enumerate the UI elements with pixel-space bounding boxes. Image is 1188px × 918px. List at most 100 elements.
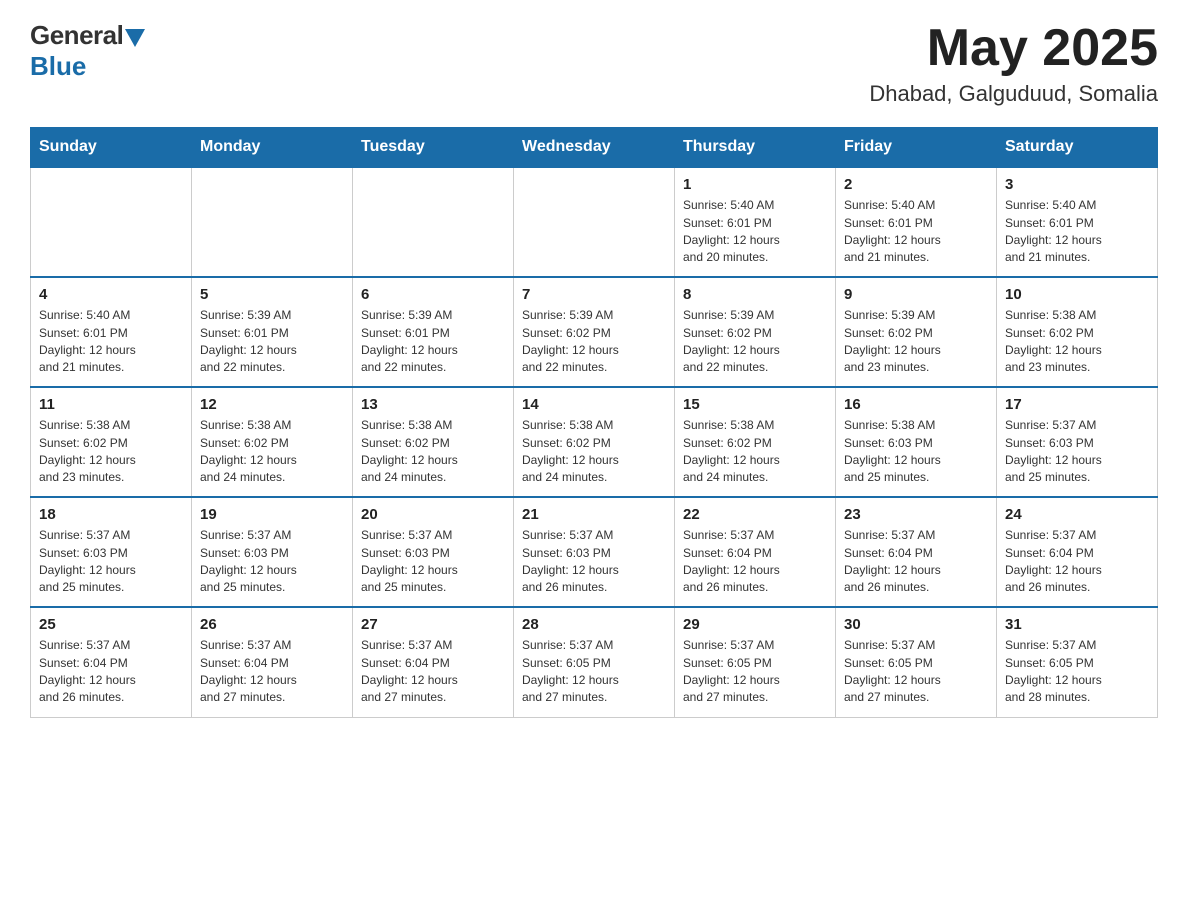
month-title: May 2025: [869, 20, 1158, 77]
day-number: 11: [39, 396, 183, 413]
calendar-cell: 5Sunrise: 5:39 AM Sunset: 6:01 PM Daylig…: [192, 277, 353, 387]
calendar-cell: 4 Sunrise: 5:40 AM Sunset: 6:01 PM Daylig…: [31, 277, 192, 387]
day-number: 15: [683, 396, 827, 413]
calendar-cell: 18Sunrise: 5:37 AM Sunset: 6:03 PM Dayli…: [31, 497, 192, 607]
day-number: 14: [522, 396, 666, 413]
day-number: 23: [844, 506, 988, 523]
day-number: 12: [200, 396, 344, 413]
calendar-cell: 30Sunrise: 5:37 AM Sunset: 6:05 PM Dayli…: [836, 607, 997, 717]
calendar-cell: 3Sunrise: 5:40 AM Sunset: 6:01 PM Daylig…: [997, 167, 1158, 277]
calendar-cell: 29 Sunrise: 5:37 AM Sunset: 6:05 PM Dayli…: [675, 607, 836, 717]
day-info: Sunrise: 5:39 AM Sunset: 6:02 PM Dayligh…: [683, 307, 827, 377]
day-info: Sunrise: 5:37 AM Sunset: 6:05 PM Dayligh…: [1005, 637, 1149, 707]
day-info: Sunrise: 5:40 AM Sunset: 6:01 PM Dayligh…: [1005, 197, 1149, 267]
location-title: Dhabad, Galguduud, Somalia: [869, 81, 1158, 107]
title-section: May 2025 Dhabad, Galguduud, Somalia: [869, 20, 1158, 107]
day-number: 7: [522, 286, 666, 303]
calendar-cell: 22 Sunrise: 5:37 AM Sunset: 6:04 PM Dayli…: [675, 497, 836, 607]
day-info: Sunrise: 5:40 AM Sunset: 6:01 PM Dayligh…: [683, 197, 827, 267]
day-info: Sunrise: 5:39 AM Sunset: 6:02 PM Dayligh…: [844, 307, 988, 377]
calendar-cell: 9 Sunrise: 5:39 AM Sunset: 6:02 PM Daylig…: [836, 277, 997, 387]
calendar-cell: [192, 167, 353, 277]
weekday-header-saturday: Saturday: [997, 128, 1158, 168]
weekday-header-wednesday: Wednesday: [514, 128, 675, 168]
calendar-cell: 20Sunrise: 5:37 AM Sunset: 6:03 PM Dayli…: [353, 497, 514, 607]
day-number: 4: [39, 286, 183, 303]
week-row-3: 11 Sunrise: 5:38 AM Sunset: 6:02 PM Dayli…: [31, 387, 1158, 497]
day-info: Sunrise: 5:39 AM Sunset: 6:01 PM Dayligh…: [361, 307, 505, 377]
day-number: 26: [200, 616, 344, 633]
day-number: 19: [200, 506, 344, 523]
day-number: 13: [361, 396, 505, 413]
day-info: Sunrise: 5:37 AM Sunset: 6:05 PM Dayligh…: [844, 637, 988, 707]
day-info: Sunrise: 5:37 AM Sunset: 6:04 PM Dayligh…: [1005, 527, 1149, 597]
day-number: 6: [361, 286, 505, 303]
day-number: 9: [844, 286, 988, 303]
day-number: 16: [844, 396, 988, 413]
day-info: Sunrise: 5:37 AM Sunset: 6:04 PM Dayligh…: [361, 637, 505, 707]
day-info: Sunrise: 5:37 AM Sunset: 6:05 PM Dayligh…: [522, 637, 666, 707]
day-info: Sunrise: 5:38 AM Sunset: 6:03 PM Dayligh…: [844, 417, 988, 487]
day-info: Sunrise: 5:39 AM Sunset: 6:01 PM Dayligh…: [200, 307, 344, 377]
calendar-cell: 1 Sunrise: 5:40 AM Sunset: 6:01 PM Daylig…: [675, 167, 836, 277]
day-number: 22: [683, 506, 827, 523]
calendar-cell: 10 Sunrise: 5:38 AM Sunset: 6:02 PM Dayli…: [997, 277, 1158, 387]
day-info: Sunrise: 5:37 AM Sunset: 6:03 PM Dayligh…: [200, 527, 344, 597]
week-row-2: 4 Sunrise: 5:40 AM Sunset: 6:01 PM Daylig…: [31, 277, 1158, 387]
calendar-cell: 21 Sunrise: 5:37 AM Sunset: 6:03 PM Dayli…: [514, 497, 675, 607]
day-info: Sunrise: 5:39 AM Sunset: 6:02 PM Dayligh…: [522, 307, 666, 377]
day-info: Sunrise: 5:40 AM Sunset: 6:01 PM Dayligh…: [39, 307, 183, 377]
weekday-header-monday: Monday: [192, 128, 353, 168]
day-info: Sunrise: 5:37 AM Sunset: 6:03 PM Dayligh…: [1005, 417, 1149, 487]
day-info: Sunrise: 5:38 AM Sunset: 6:02 PM Dayligh…: [361, 417, 505, 487]
page-header: General Blue May 2025 Dhabad, Galguduud,…: [30, 20, 1158, 107]
calendar-cell: 17 Sunrise: 5:37 AM Sunset: 6:03 PM Dayli…: [997, 387, 1158, 497]
calendar-cell: [31, 167, 192, 277]
calendar-cell: 14Sunrise: 5:38 AM Sunset: 6:02 PM Dayli…: [514, 387, 675, 497]
weekday-header-sunday: Sunday: [31, 128, 192, 168]
logo-blue-text: Blue: [30, 51, 86, 82]
day-info: Sunrise: 5:37 AM Sunset: 6:04 PM Dayligh…: [844, 527, 988, 597]
calendar-cell: 23 Sunrise: 5:37 AM Sunset: 6:04 PM Dayli…: [836, 497, 997, 607]
calendar-cell: [514, 167, 675, 277]
calendar-cell: 31 Sunrise: 5:37 AM Sunset: 6:05 PM Dayli…: [997, 607, 1158, 717]
day-info: Sunrise: 5:37 AM Sunset: 6:05 PM Dayligh…: [683, 637, 827, 707]
logo: General Blue: [30, 20, 145, 82]
day-number: 27: [361, 616, 505, 633]
day-number: 21: [522, 506, 666, 523]
calendar-cell: 26 Sunrise: 5:37 AM Sunset: 6:04 PM Dayli…: [192, 607, 353, 717]
calendar-cell: 28 Sunrise: 5:37 AM Sunset: 6:05 PM Dayli…: [514, 607, 675, 717]
day-info: Sunrise: 5:37 AM Sunset: 6:03 PM Dayligh…: [361, 527, 505, 597]
day-info: Sunrise: 5:38 AM Sunset: 6:02 PM Dayligh…: [200, 417, 344, 487]
day-number: 24: [1005, 506, 1149, 523]
day-number: 29: [683, 616, 827, 633]
day-info: Sunrise: 5:37 AM Sunset: 6:04 PM Dayligh…: [683, 527, 827, 597]
calendar-cell: 15 Sunrise: 5:38 AM Sunset: 6:02 PM Dayli…: [675, 387, 836, 497]
day-info: Sunrise: 5:37 AM Sunset: 6:03 PM Dayligh…: [39, 527, 183, 597]
calendar-cell: 19 Sunrise: 5:37 AM Sunset: 6:03 PM Dayli…: [192, 497, 353, 607]
day-number: 1: [683, 176, 827, 193]
day-number: 28: [522, 616, 666, 633]
day-info: Sunrise: 5:38 AM Sunset: 6:02 PM Dayligh…: [683, 417, 827, 487]
weekday-header-friday: Friday: [836, 128, 997, 168]
calendar-cell: 16 Sunrise: 5:38 AM Sunset: 6:03 PM Dayli…: [836, 387, 997, 497]
calendar-cell: 24 Sunrise: 5:37 AM Sunset: 6:04 PM Dayli…: [997, 497, 1158, 607]
calendar-cell: 25Sunrise: 5:37 AM Sunset: 6:04 PM Dayli…: [31, 607, 192, 717]
day-info: Sunrise: 5:38 AM Sunset: 6:02 PM Dayligh…: [1005, 307, 1149, 377]
day-info: Sunrise: 5:37 AM Sunset: 6:04 PM Dayligh…: [200, 637, 344, 707]
day-number: 31: [1005, 616, 1149, 633]
week-row-5: 25 Sunrise: 5:37 AM Sunset: 6:04 PM Dayli…: [31, 607, 1158, 717]
calendar-cell: 8Sunrise: 5:39 AM Sunset: 6:02 PM Daylig…: [675, 277, 836, 387]
logo-general-text: General: [30, 20, 123, 51]
day-number: 17: [1005, 396, 1149, 413]
day-number: 25: [39, 616, 183, 633]
calendar-cell: 11Sunrise: 5:38 AM Sunset: 6:02 PM Dayli…: [31, 387, 192, 497]
week-row-4: 18Sunrise: 5:37 AM Sunset: 6:03 PM Dayli…: [31, 497, 1158, 607]
calendar-cell: 27 Sunrise: 5:37 AM Sunset: 6:04 PM Dayli…: [353, 607, 514, 717]
week-row-1: 1 Sunrise: 5:40 AM Sunset: 6:01 PM Daylig…: [31, 167, 1158, 277]
day-info: Sunrise: 5:37 AM Sunset: 6:03 PM Dayligh…: [522, 527, 666, 597]
calendar-cell: [353, 167, 514, 277]
day-info: Sunrise: 5:40 AM Sunset: 6:01 PM Dayligh…: [844, 197, 988, 267]
weekday-header-thursday: Thursday: [675, 128, 836, 168]
day-number: 10: [1005, 286, 1149, 303]
